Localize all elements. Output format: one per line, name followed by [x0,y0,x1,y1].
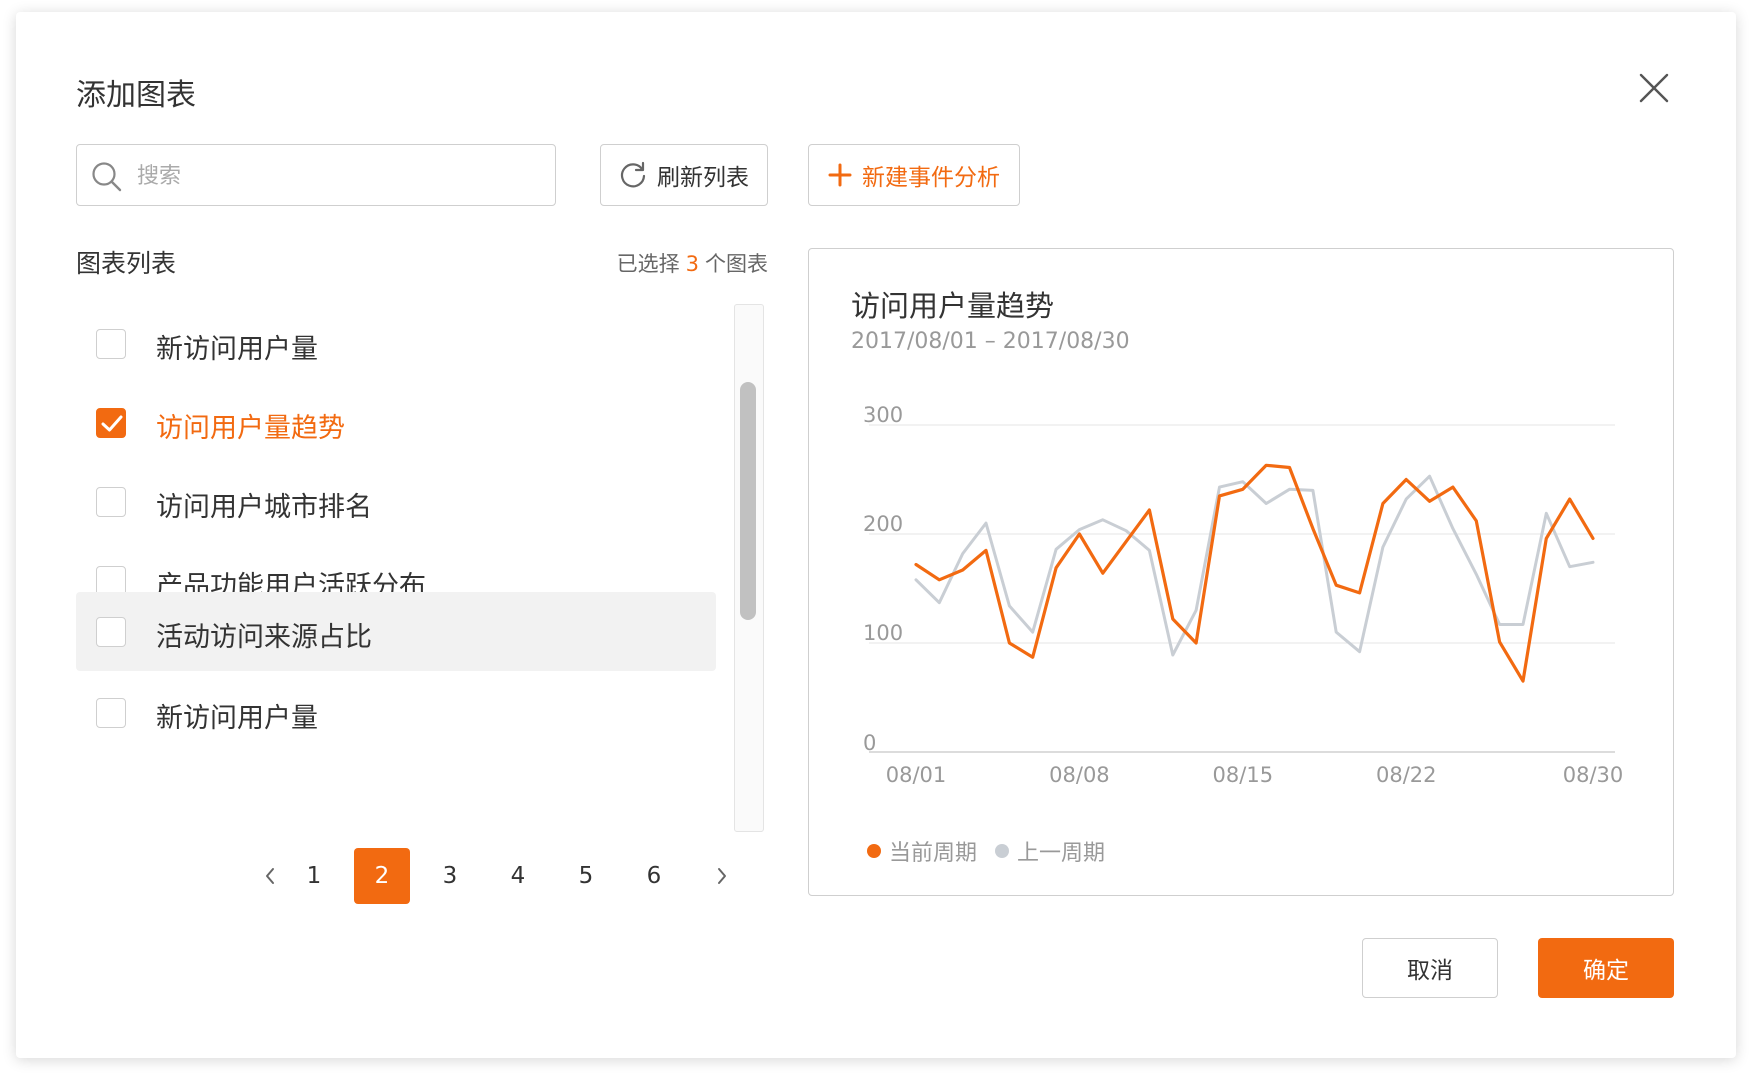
chevron-left-icon [266,868,274,884]
y-tick-label: 0 [863,731,876,755]
checkbox[interactable] [96,617,126,647]
list-item[interactable]: 访问用户量趋势 [76,381,716,467]
selected-count: 3 [685,252,699,276]
list-item[interactable]: 活动访问来源占比 [76,592,716,671]
checkbox[interactable] [96,487,126,517]
legend-item-previous: 上一周期 [995,835,1105,867]
cancel-button[interactable]: 取消 [1362,938,1498,998]
legend-dot-icon [995,844,1010,858]
series-line-current [914,463,1595,683]
checkbox[interactable] [96,329,126,359]
chart-legend: 当前周期 上一周期 [867,835,1105,867]
list-item-label: 访问用户量趋势 [156,413,345,444]
y-tick-label: 200 [863,512,903,536]
legend-dot-icon [867,844,881,858]
x-tick-label: 08/30 [1563,763,1624,787]
page-button[interactable]: 3 [422,848,478,904]
page-button[interactable]: 6 [626,848,682,904]
x-tick-label: 08/22 [1376,763,1437,787]
search-box[interactable] [76,144,556,206]
list-item-label: 新访问用户量 [156,334,318,365]
x-tick-label: 08/01 [886,763,947,787]
chevron-right-icon [718,868,726,884]
chart-list: 新访问用户量 访问用户量趋势 访问用户城市排名 产品功能用户活跃分布 活动访问来… [76,302,716,832]
dialog-title: 添加图表 [76,78,196,113]
pagination: 1 2 3 4 5 6 [248,848,788,906]
close-icon[interactable] [1636,70,1672,106]
selected-count-info: 已选择 3 个图表 [536,248,768,278]
search-icon [92,162,122,192]
list-item-label: 访问用户城市排名 [156,492,372,523]
checkbox[interactable] [96,698,126,728]
next-page-button[interactable] [694,848,750,904]
list-item[interactable]: 新访问用户量 [76,671,716,757]
selected-prefix: 已选择 [616,252,680,276]
list-item[interactable]: 访问用户城市排名 [76,460,716,546]
legend-item-current: 当前周期 [867,835,977,867]
list-item[interactable]: 新访问用户量 [76,302,716,388]
check-icon [101,415,123,432]
page-button-current[interactable]: 2 [354,848,410,904]
chart-list-title: 图表列表 [76,249,177,278]
chart-preview-card: 访问用户量趋势 2017/08/01 – 2017/08/30 0 100 200 3… [808,248,1674,896]
page-button[interactable]: 5 [558,848,614,904]
refresh-list-label: 刷新列表 [657,165,749,191]
series-line-previous [914,474,1595,657]
search-input[interactable] [135,157,539,195]
x-tick-label: 08/08 [1049,763,1110,787]
list-scrollbar-thumb[interactable] [740,382,756,620]
y-tick-label: 300 [863,403,903,427]
add-chart-dialog: 添加图表 刷新列表 新建事件分析 图表列表 已选择3个图表 新访问用户量 访问用… [16,12,1736,1058]
list-item-label: 活动访问来源占比 [156,622,372,653]
x-tick-label: 08/15 [1213,763,1274,787]
legend-label: 上一周期 [1017,841,1106,866]
list-item-label: 新访问用户量 [156,703,318,734]
selected-suffix: 个图表 [705,252,768,276]
checkbox[interactable] [96,408,126,438]
page-button[interactable]: 1 [286,848,342,904]
page-button[interactable]: 4 [490,848,546,904]
legend-label: 当前周期 [889,841,978,866]
refresh-icon [620,161,646,188]
y-tick-label: 100 [863,621,903,645]
new-event-analysis-label: 新建事件分析 [862,165,1000,191]
new-event-analysis-button[interactable]: 新建事件分析 [808,144,1020,206]
plus-icon [828,163,852,187]
confirm-button[interactable]: 确定 [1538,938,1674,998]
refresh-list-button[interactable]: 刷新列表 [600,144,768,206]
line-chart: 0 100 200 300 08/01 08/08 08/15 08/22 08/30 [863,403,1624,787]
